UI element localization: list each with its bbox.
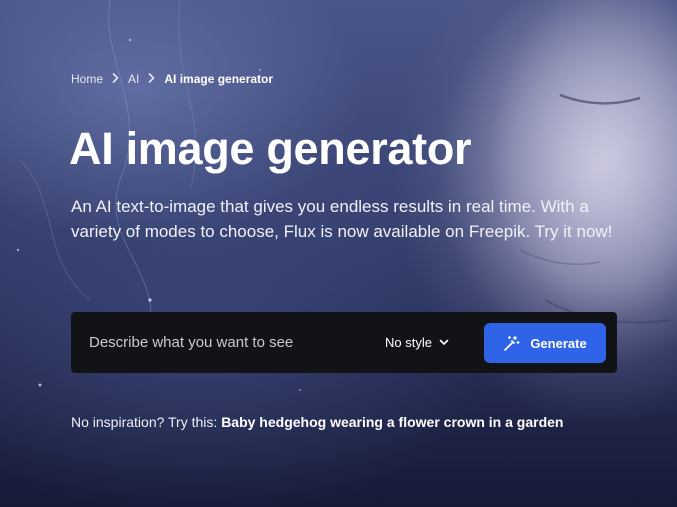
breadcrumb-home-link[interactable]: Home bbox=[71, 72, 103, 86]
page-subtitle: An AI text-to-image that gives you endle… bbox=[71, 197, 613, 241]
prompt-input[interactable] bbox=[89, 312, 359, 373]
magic-wand-icon bbox=[503, 335, 520, 352]
breadcrumb: Home AI AI image generator bbox=[71, 71, 273, 86]
style-dropdown-label: No style bbox=[385, 334, 432, 350]
breadcrumb-ai-link[interactable]: AI bbox=[128, 72, 139, 86]
generate-button[interactable]: Generate bbox=[484, 323, 606, 363]
prompt-bar: No style Generate bbox=[71, 312, 617, 373]
chevron-right-icon bbox=[112, 71, 119, 86]
page-title: AI image generator bbox=[69, 123, 472, 174]
chevron-down-icon bbox=[439, 339, 449, 345]
breadcrumb-current: AI image generator bbox=[164, 71, 274, 86]
generate-button-label: Generate bbox=[530, 335, 587, 351]
style-dropdown[interactable]: No style bbox=[385, 331, 449, 353]
inspiration-prefix: No inspiration? Try this: bbox=[71, 414, 218, 430]
inspiration-suggestion-link[interactable]: Baby hedgehog wearing a flower crown in … bbox=[221, 414, 563, 430]
inspiration-line: No inspiration? Try this: Baby hedgehog … bbox=[71, 414, 563, 430]
chevron-right-icon bbox=[148, 71, 155, 86]
hero-section: Home AI AI image generator AI image gene… bbox=[0, 0, 677, 507]
